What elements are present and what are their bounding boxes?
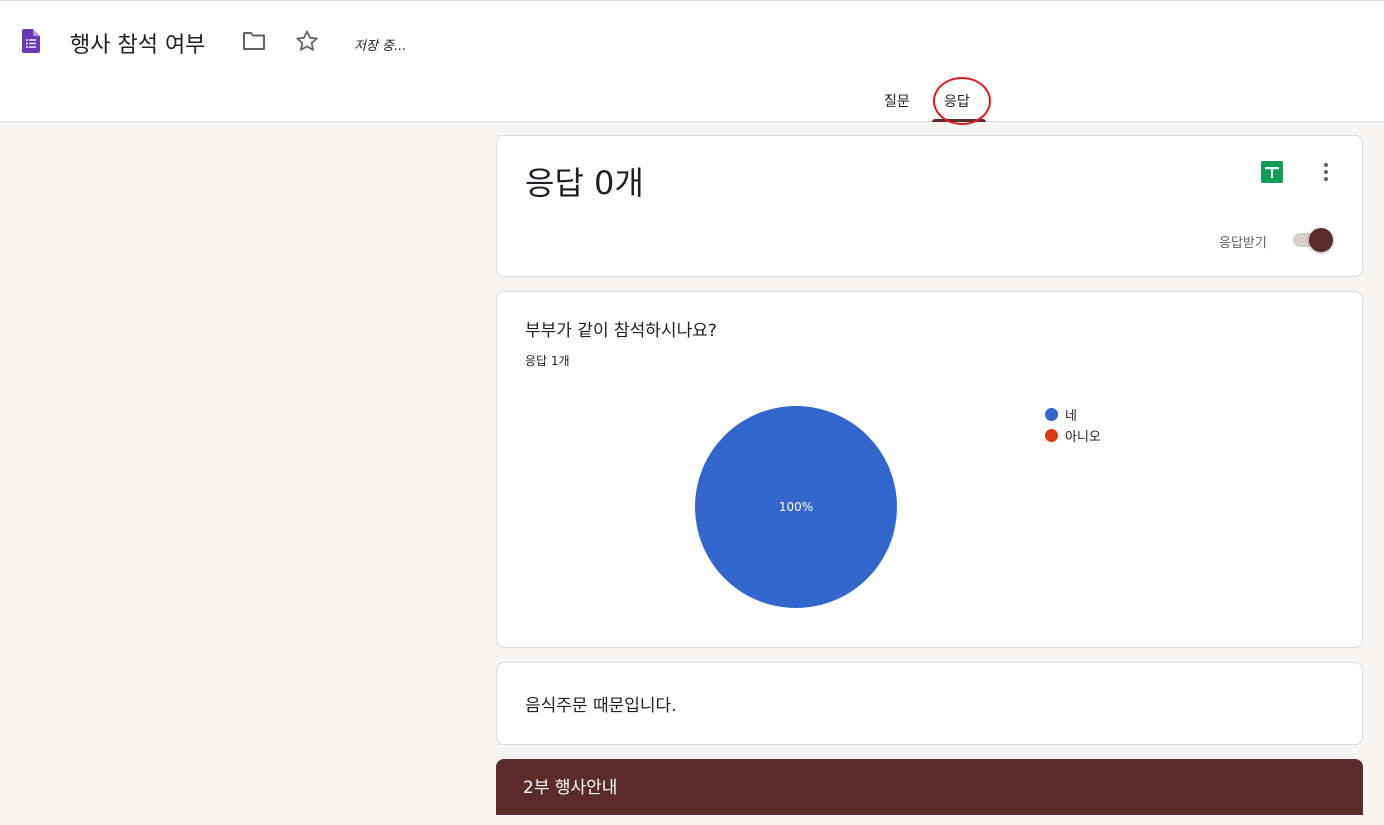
legend-label-0: 네 (1065, 409, 1077, 424)
tab-responses[interactable]: 응답 (944, 91, 970, 111)
star-icon[interactable] (295, 29, 319, 53)
description-card: 음식주문 때문입니다. (496, 662, 1363, 745)
active-tab-indicator (932, 119, 986, 122)
question-response-count: 응답 1개 (525, 354, 570, 368)
section-header: 2부 행사안내 (496, 759, 1363, 815)
accept-responses-toggle[interactable] (1293, 228, 1335, 252)
folder-icon[interactable] (242, 31, 266, 51)
accept-responses-label: 응답받기 (1219, 236, 1267, 251)
question-summary-card: 부부가 같이 참석하시나요? 응답 1개 100% 네아니오 (496, 291, 1363, 648)
pie-slice-label-0: 100% (779, 500, 813, 514)
save-status: 저장 중... (354, 39, 407, 54)
google-forms-icon[interactable] (22, 29, 40, 53)
legend-swatch-1 (1045, 429, 1058, 442)
google-sheets-icon[interactable] (1261, 161, 1283, 183)
chart-legend: 네아니오 (1045, 404, 1101, 446)
pie-chart: 100% (695, 406, 897, 608)
more-options-icon[interactable] (1317, 160, 1335, 184)
tab-questions[interactable]: 질문 (884, 91, 910, 111)
app-header: 행사 참석 여부 저장 중... 질문 응답 (0, 0, 1384, 125)
section-title: 2부 행사안내 (523, 778, 618, 798)
responses-summary-card: 응답 0개 응답받기 (496, 135, 1363, 277)
question-title: 부부가 같이 참석하시나요? (525, 321, 717, 341)
description-text: 음식주문 때문입니다. (525, 696, 677, 716)
legend-label-1: 아니오 (1065, 430, 1101, 445)
legend-item-0[interactable]: 네 (1045, 404, 1101, 425)
toggle-knob (1309, 228, 1333, 252)
legend-swatch-0 (1045, 408, 1058, 421)
response-count-heading: 응답 0개 (525, 164, 644, 202)
form-title[interactable]: 행사 참석 여부 (70, 27, 205, 59)
legend-item-1[interactable]: 아니오 (1045, 425, 1101, 446)
